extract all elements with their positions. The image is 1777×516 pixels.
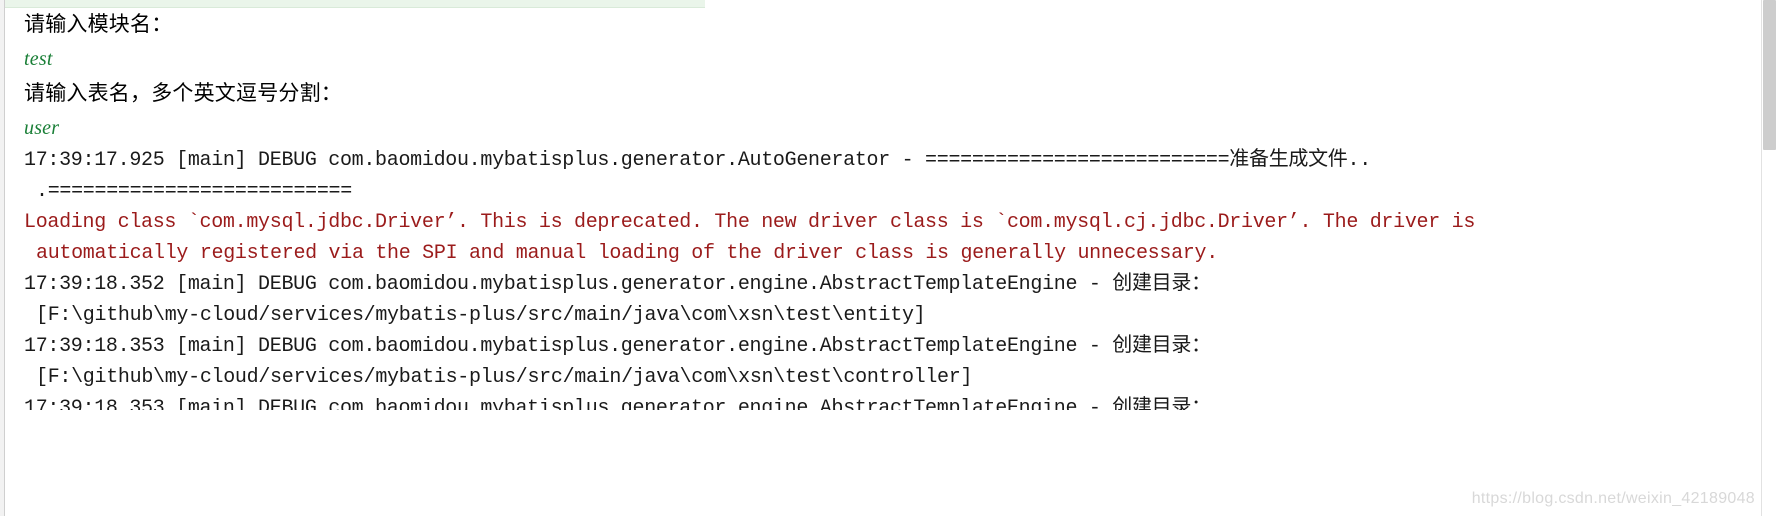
console-line-log-mkdir-controller: 17:39:18.353 [main] DEBUG com.baomidou.m…: [24, 335, 1211, 358]
csdn-watermark: https://blog.csdn.net/weixin_42189048: [1471, 490, 1755, 507]
vertical-scrollbar[interactable]: [1761, 0, 1777, 516]
console-output[interactable]: 请输入模块名： test 请输入表名，多个英文逗号分割： user 17:39:17.9…: [24, 7, 1761, 516]
console-line-prompt-table-name: 请输入表名，多个英文逗号分割：: [24, 81, 342, 105]
console-line-log-autogenerator: 17:39:17.925 [main] DEBUG com.baomidou.m…: [24, 149, 1371, 172]
console-line-path-controller: [F:\github\my-cloud/services/mybatis-plu…: [36, 366, 973, 389]
console-line-input-table-name: user: [24, 117, 60, 139]
console-line-log-autogenerator-wrap: .==========================: [36, 180, 352, 203]
console-line-warn-driver-deprecated: Loading class `com.mysql.jdbc.Driver’. T…: [24, 211, 1476, 234]
console-line-log-mkdir-next: 17:39:18.353 [main] DEBUG com.baomidou.m…: [24, 397, 1211, 410]
console-window: 请输入模块名： test 请输入表名，多个英文逗号分割： user 17:39:17.9…: [0, 0, 1777, 516]
console-line-input-module-name: test: [24, 48, 53, 70]
console-line-warn-driver-deprecated-wrap: automatically registered via the SPI and…: [36, 242, 1218, 265]
left-gutter: [0, 0, 5, 516]
console-line-prompt-module-name: 请输入模块名：: [24, 12, 173, 36]
console-line-log-mkdir-entity: 17:39:18.352 [main] DEBUG com.baomidou.m…: [24, 273, 1211, 296]
console-line-path-entity: [F:\github\my-cloud/services/mybatis-plu…: [36, 304, 926, 327]
scrollbar-thumb[interactable]: [1763, 0, 1776, 150]
